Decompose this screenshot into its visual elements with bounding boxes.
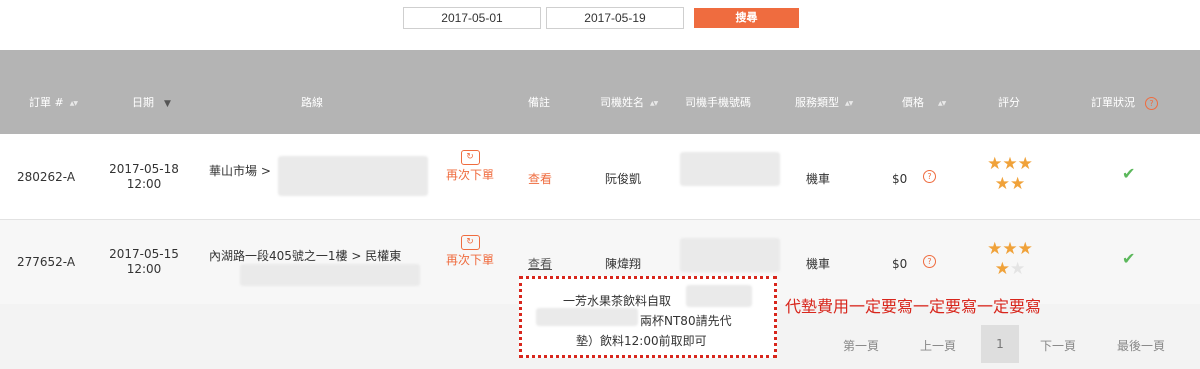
question-circle-icon[interactable]: ? [1145,96,1158,110]
reorder-button[interactable]: ↻ 再次下單 [445,150,495,183]
search-bar: 2017-05-01 2017-05-19 搜尋 [0,0,1200,50]
price: $0 [892,257,908,271]
table-row: 280262-A 2017-05-18 12:00 華山市場 > ↻ 再次下單 … [0,134,1200,220]
annotation-text: 代墊費用一定要寫一定要寫一定要寫 [785,297,1042,316]
check-icon: ✔ [1122,249,1136,268]
check-icon: ✔ [1122,164,1136,183]
order-number: 280262-A [17,170,76,184]
note-line: 兩杯NT80請先代 [640,314,732,328]
price: $0 [892,172,908,186]
note-popup: 一芳水果茶飲料自取 兩杯NT80請先代 墊）飲料12:00前取即可 [519,276,777,358]
sort-updown-icon[interactable]: ▲▼ [70,100,78,107]
header-order-no[interactable]: 訂單 # ▲▼ [29,94,78,110]
rating-stars: ★★★ ★★ [975,154,1045,194]
star-icon: ★ [987,239,1003,259]
refresh-icon: ↻ [460,150,480,165]
redacted-note [686,285,752,307]
pagination-last[interactable]: 最後一頁 [1117,337,1165,354]
refresh-icon: ↻ [460,235,480,250]
route-text: 華山市場 > [209,164,271,178]
pagination-first[interactable]: 第一頁 [843,337,879,354]
header-order-status: 訂單狀況? [1091,94,1158,110]
star-icon: ★ [987,154,1003,174]
start-date-input[interactable]: 2017-05-01 [403,7,541,29]
order-datetime: 2017-05-18 12:00 [109,162,179,191]
search-button[interactable]: 搜尋 [694,8,799,28]
end-date-input[interactable]: 2017-05-19 [546,7,684,29]
order-number: 277652-A [17,255,76,269]
view-note-link[interactable]: 查看 [528,255,552,272]
header-driver-phone: 司機手機號碼 [685,96,751,109]
header-service-type[interactable]: 服務類型 ▲▼ [795,94,853,110]
redacted-note [536,308,638,326]
pagination-next[interactable]: 下一頁 [1040,337,1076,354]
header-route: 路線 [301,96,323,109]
star-icon: ★ [1017,239,1033,259]
pagination-prev[interactable]: 上一頁 [920,337,956,354]
question-circle-icon[interactable]: ? [923,255,936,268]
pagination-current-page[interactable]: 1 [981,325,1019,363]
redacted-route [278,156,428,196]
star-icon: ★ [1010,174,1026,194]
note-line: 一芳水果茶飲料自取 [563,294,672,308]
header-rating: 評分 [998,96,1020,109]
note-line: 墊）飲料12:00前取即可 [576,334,707,348]
star-icon: ★ [1017,154,1033,174]
rating-stars: ★★★ ★★ [975,239,1045,279]
driver-name: 阮俊凱 [605,172,642,186]
header-note: 備註 [528,96,550,109]
star-icon: ★ [1002,239,1018,259]
header-driver-name[interactable]: 司機姓名 ▲▼ [600,94,658,110]
redacted-phone [680,238,780,272]
redacted-phone [680,152,780,186]
sort-updown-icon[interactable]: ▲▼ [938,100,946,107]
reorder-button[interactable]: ↻ 再次下單 [445,235,495,268]
service-type: 機車 [806,257,831,271]
view-note-link[interactable]: 查看 [528,170,552,187]
driver-name: 陳煒翔 [605,257,642,271]
sort-updown-icon[interactable]: ▲▼ [650,100,658,107]
service-type: 機車 [806,172,831,186]
table-header: 訂單 # ▲▼ 日期 ▼ 路線 備註 司機姓名 ▲▼ 司機手機號碼 服務類型 ▲▼ 價格… [0,50,1200,134]
route-text: 內湖路一段405號之一1樓 > 民權東 [209,249,402,263]
header-price[interactable]: 價格 ▲▼ [902,94,946,110]
star-icon: ★ [1002,154,1018,174]
redacted-route [240,264,420,286]
star-icon: ★ [994,259,1010,279]
header-date[interactable]: 日期 ▼ [132,94,171,110]
order-datetime: 2017-05-15 12:00 [109,247,179,276]
caret-down-icon[interactable]: ▼ [164,99,171,109]
sort-updown-icon[interactable]: ▲▼ [845,100,853,107]
question-circle-icon[interactable]: ? [923,170,936,183]
star-icon: ★ [1010,259,1026,279]
star-icon: ★ [994,174,1010,194]
